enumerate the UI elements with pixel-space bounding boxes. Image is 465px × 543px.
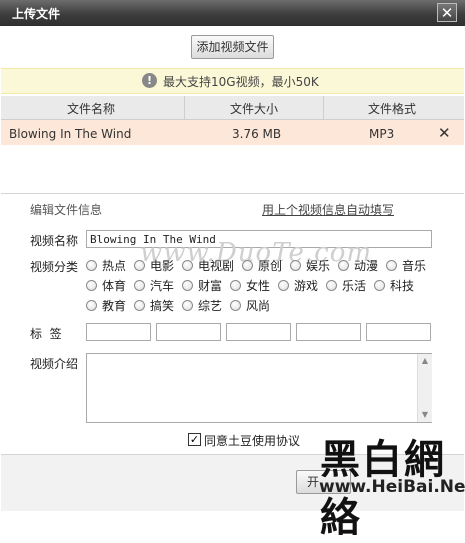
radio-button[interactable] [326,279,337,291]
category-radio-tv[interactable]: 电视剧 [182,257,234,273]
category-radio-fashion[interactable]: 风尚 [230,297,270,313]
scroll-up-icon[interactable]: ▲ [418,354,432,368]
category-radio-games[interactable]: 游戏 [278,277,318,293]
title-bar [0,0,465,26]
tag-input-3[interactable] [226,323,291,341]
category-label: 游戏 [294,278,319,293]
file-size-cell: 3.76 MB [232,127,282,141]
category-label: 风尚 [246,298,271,313]
video-name-label: 视频名称 [30,234,79,248]
tag-input-5[interactable] [366,323,431,341]
category-label: 热点 [102,258,127,273]
edit-section-label: 编辑文件信息 [30,203,103,217]
radio-button[interactable] [278,279,289,291]
category-radio-wealth[interactable]: 财富 [182,277,222,293]
radio-button[interactable] [182,299,193,311]
category-label: 电影 [150,258,175,273]
category-radio-hot[interactable]: 热点 [86,257,126,273]
tag-input-1[interactable] [86,323,151,341]
scroll-down-icon[interactable]: ▼ [418,408,432,422]
category-radio-anime[interactable]: 动漫 [338,257,378,273]
video-category-label: 视频分类 [30,260,79,274]
tags-label: 标 签 [30,327,62,341]
radio-button[interactable] [86,299,97,311]
radio-button[interactable] [386,259,397,271]
radio-button[interactable] [230,279,241,291]
add-video-button[interactable]: 添加视频文件 [191,35,274,59]
category-radio-lifestyle[interactable]: 乐活 [326,277,366,293]
category-radio-movie[interactable]: 电影 [134,257,174,273]
category-label: 汽车 [150,278,175,293]
dialog-title: 上传文件 [12,7,61,21]
radio-button[interactable] [134,299,145,311]
category-label: 娱乐 [306,258,331,273]
category-label: 电视剧 [198,258,235,273]
radio-button[interactable] [182,259,193,271]
category-radio-auto[interactable]: 汽车 [134,277,174,293]
radio-button[interactable] [338,259,349,271]
category-label: 财富 [198,278,223,293]
category-radio-funny[interactable]: 搞笑 [134,297,174,313]
category-label: 乐活 [342,278,367,293]
intro-scrollbar[interactable]: ▲ ▼ [417,354,432,422]
category-label: 综艺 [198,298,223,313]
category-label: 科技 [390,278,415,293]
delete-icon: ✕ [438,124,451,142]
delete-file-button[interactable]: ✕ [438,124,451,142]
column-header-name: 文件名称 [67,102,116,116]
file-format-cell: MP3 [369,127,395,141]
category-label: 女性 [246,278,271,293]
category-label: 原创 [258,258,283,273]
category-radio-women[interactable]: 女性 [230,277,270,293]
category-label: 动漫 [354,258,379,273]
category-radio-education[interactable]: 教育 [86,297,126,313]
notice-text: 最大支持10G视频，最小50K [163,75,319,89]
radio-button[interactable] [134,259,145,271]
autofill-link[interactable]: 用上个视频信息自动填写 [262,201,394,218]
category-label: 体育 [102,278,127,293]
radio-button[interactable] [374,279,385,291]
tag-input-2[interactable] [156,323,221,341]
category-label: 音乐 [402,258,427,273]
watermark-url: www.HeiBai.Net [319,477,465,497]
radio-button[interactable] [86,259,97,271]
video-intro-label: 视频介绍 [30,357,79,371]
radio-button[interactable] [242,259,253,271]
column-divider [184,96,185,119]
radio-button[interactable] [182,279,193,291]
file-name-cell: Blowing In The Wind [9,127,132,141]
close-button[interactable]: ✕ [437,3,457,22]
category-radio-tech[interactable]: 科技 [374,277,414,293]
column-divider [323,96,324,119]
category-radio-entertainment[interactable]: 娱乐 [290,257,330,273]
radio-button[interactable] [86,279,97,291]
category-label: 搞笑 [150,298,175,313]
radio-button[interactable] [230,299,241,311]
column-header-format: 文件格式 [368,102,417,116]
radio-button[interactable] [134,279,145,291]
tag-input-4[interactable] [296,323,361,341]
info-icon: ! [142,73,157,88]
video-intro-textarea[interactable] [86,353,432,423]
category-radio-variety[interactable]: 综艺 [182,297,222,313]
section-divider [1,193,464,194]
category-radio-sports[interactable]: 体育 [86,277,126,293]
agree-checkbox[interactable]: ✓ [188,433,201,446]
category-label: 教育 [102,298,127,313]
category-radio-original[interactable]: 原创 [242,257,282,273]
close-icon: ✕ [440,4,454,22]
column-header-size: 文件大小 [230,102,279,116]
radio-button[interactable] [290,259,301,271]
agree-label: 同意土豆使用协议 [204,434,301,448]
category-radio-music[interactable]: 音乐 [386,257,426,273]
